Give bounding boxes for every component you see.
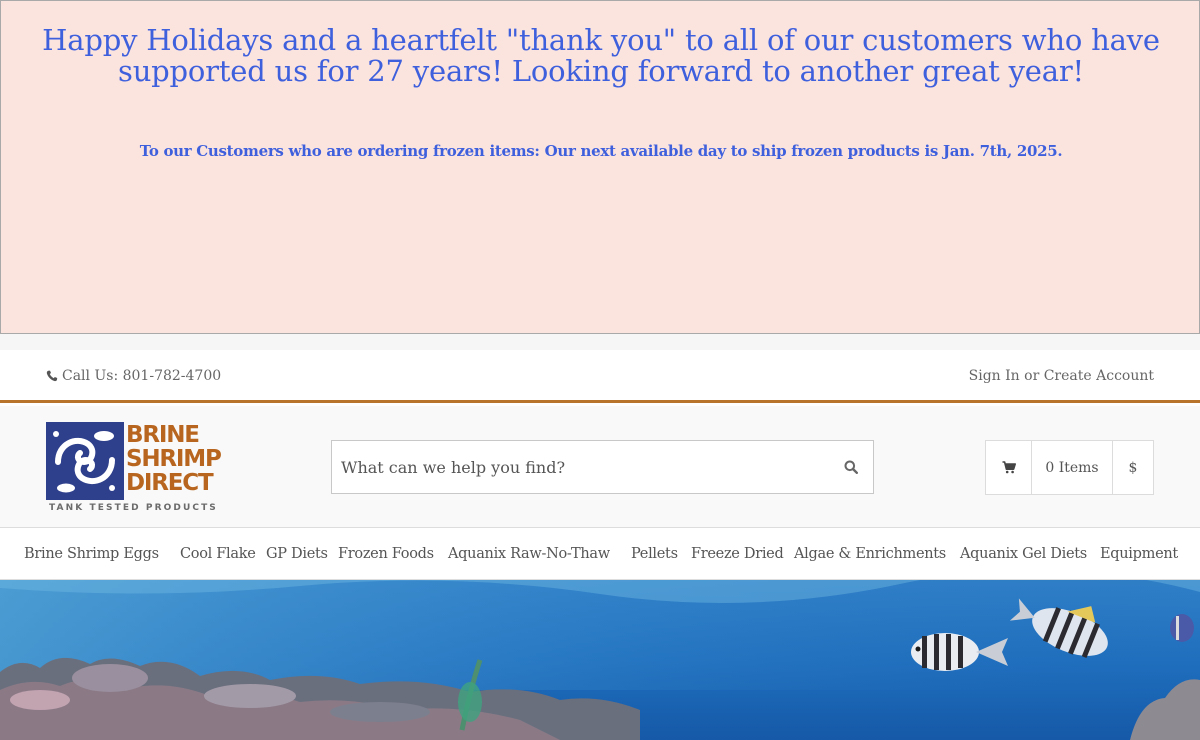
account-links: Sign In or Create Account [969,368,1154,384]
cart-widget[interactable]: 0 Items $ [985,440,1154,495]
search-input[interactable] [332,441,822,493]
sign-in-link[interactable]: Sign In [969,368,1020,384]
frozen-shipping-notice: To our Customers who are ordering frozen… [139,142,1063,160]
call-us[interactable]: Call Us: 801-782-4700 [46,368,221,384]
hero-banner-image[interactable] [0,580,1200,740]
reef-scene-illustration [0,580,1200,740]
nav-item-brine-shrimp-eggs[interactable]: Brine Shrimp Eggs [24,546,159,562]
call-us-text: Call Us: 801-782-4700 [62,368,222,384]
nav-item-cool-flake[interactable]: Cool Flake [180,546,256,562]
create-account-link[interactable]: Create Account [1044,368,1154,384]
cart-icon [1002,461,1016,474]
shrimp-swirl-icon [46,422,124,500]
nav-item-equipment[interactable]: Equipment [1100,546,1178,562]
nav-item-gp-diets[interactable]: GP Diets [266,546,328,562]
search-button[interactable] [829,441,873,493]
banner-headline: Happy Holidays and a heartfelt "thank yo… [42,23,1160,88]
brand-logo[interactable]: BRINE SHRIMP DIRECT TANK TESTED PRODUCTS [46,422,222,514]
cart-button[interactable] [986,441,1032,494]
top-utility-bar: Call Us: 801-782-4700 Sign In or Create … [0,350,1200,403]
fish-3 [1170,614,1194,642]
logo-wordmark: BRINE SHRIMP DIRECT [126,422,222,496]
phone-icon [46,370,58,382]
category-nav: Brine Shrimp Eggs Cool Flake GP Diets Fr… [0,528,1200,580]
nav-item-pellets[interactable]: Pellets [631,546,678,562]
logo-line-shrimp: SHRIMP [126,446,222,472]
logo-line-direct: DIRECT [126,470,214,496]
nav-item-algae-enrichments[interactable]: Algae & Enrichments [794,546,946,562]
holiday-banner: Happy Holidays and a heartfelt "thank yo… [0,0,1200,334]
nav-item-frozen-foods[interactable]: Frozen Foods [338,546,434,562]
logo-tagline: TANK TESTED PRODUCTS [49,503,218,513]
nav-item-aquanix-raw-no-thaw[interactable]: Aquanix Raw-No-Thaw [448,546,610,562]
cart-item-count[interactable]: 0 Items [1032,441,1113,494]
search-icon [844,460,858,474]
nav-item-aquanix-gel-diets[interactable]: Aquanix Gel Diets [960,546,1087,562]
currency-selector[interactable]: $ [1113,441,1153,494]
logo-line-brine: BRINE [126,422,200,448]
spacer-strip [0,334,1200,350]
nav-item-freeze-dried[interactable]: Freeze Dried [691,546,784,562]
site-header: BRINE SHRIMP DIRECT TANK TESTED PRODUCTS… [0,406,1200,528]
search-box [331,440,874,494]
or-text: or [1024,368,1040,384]
